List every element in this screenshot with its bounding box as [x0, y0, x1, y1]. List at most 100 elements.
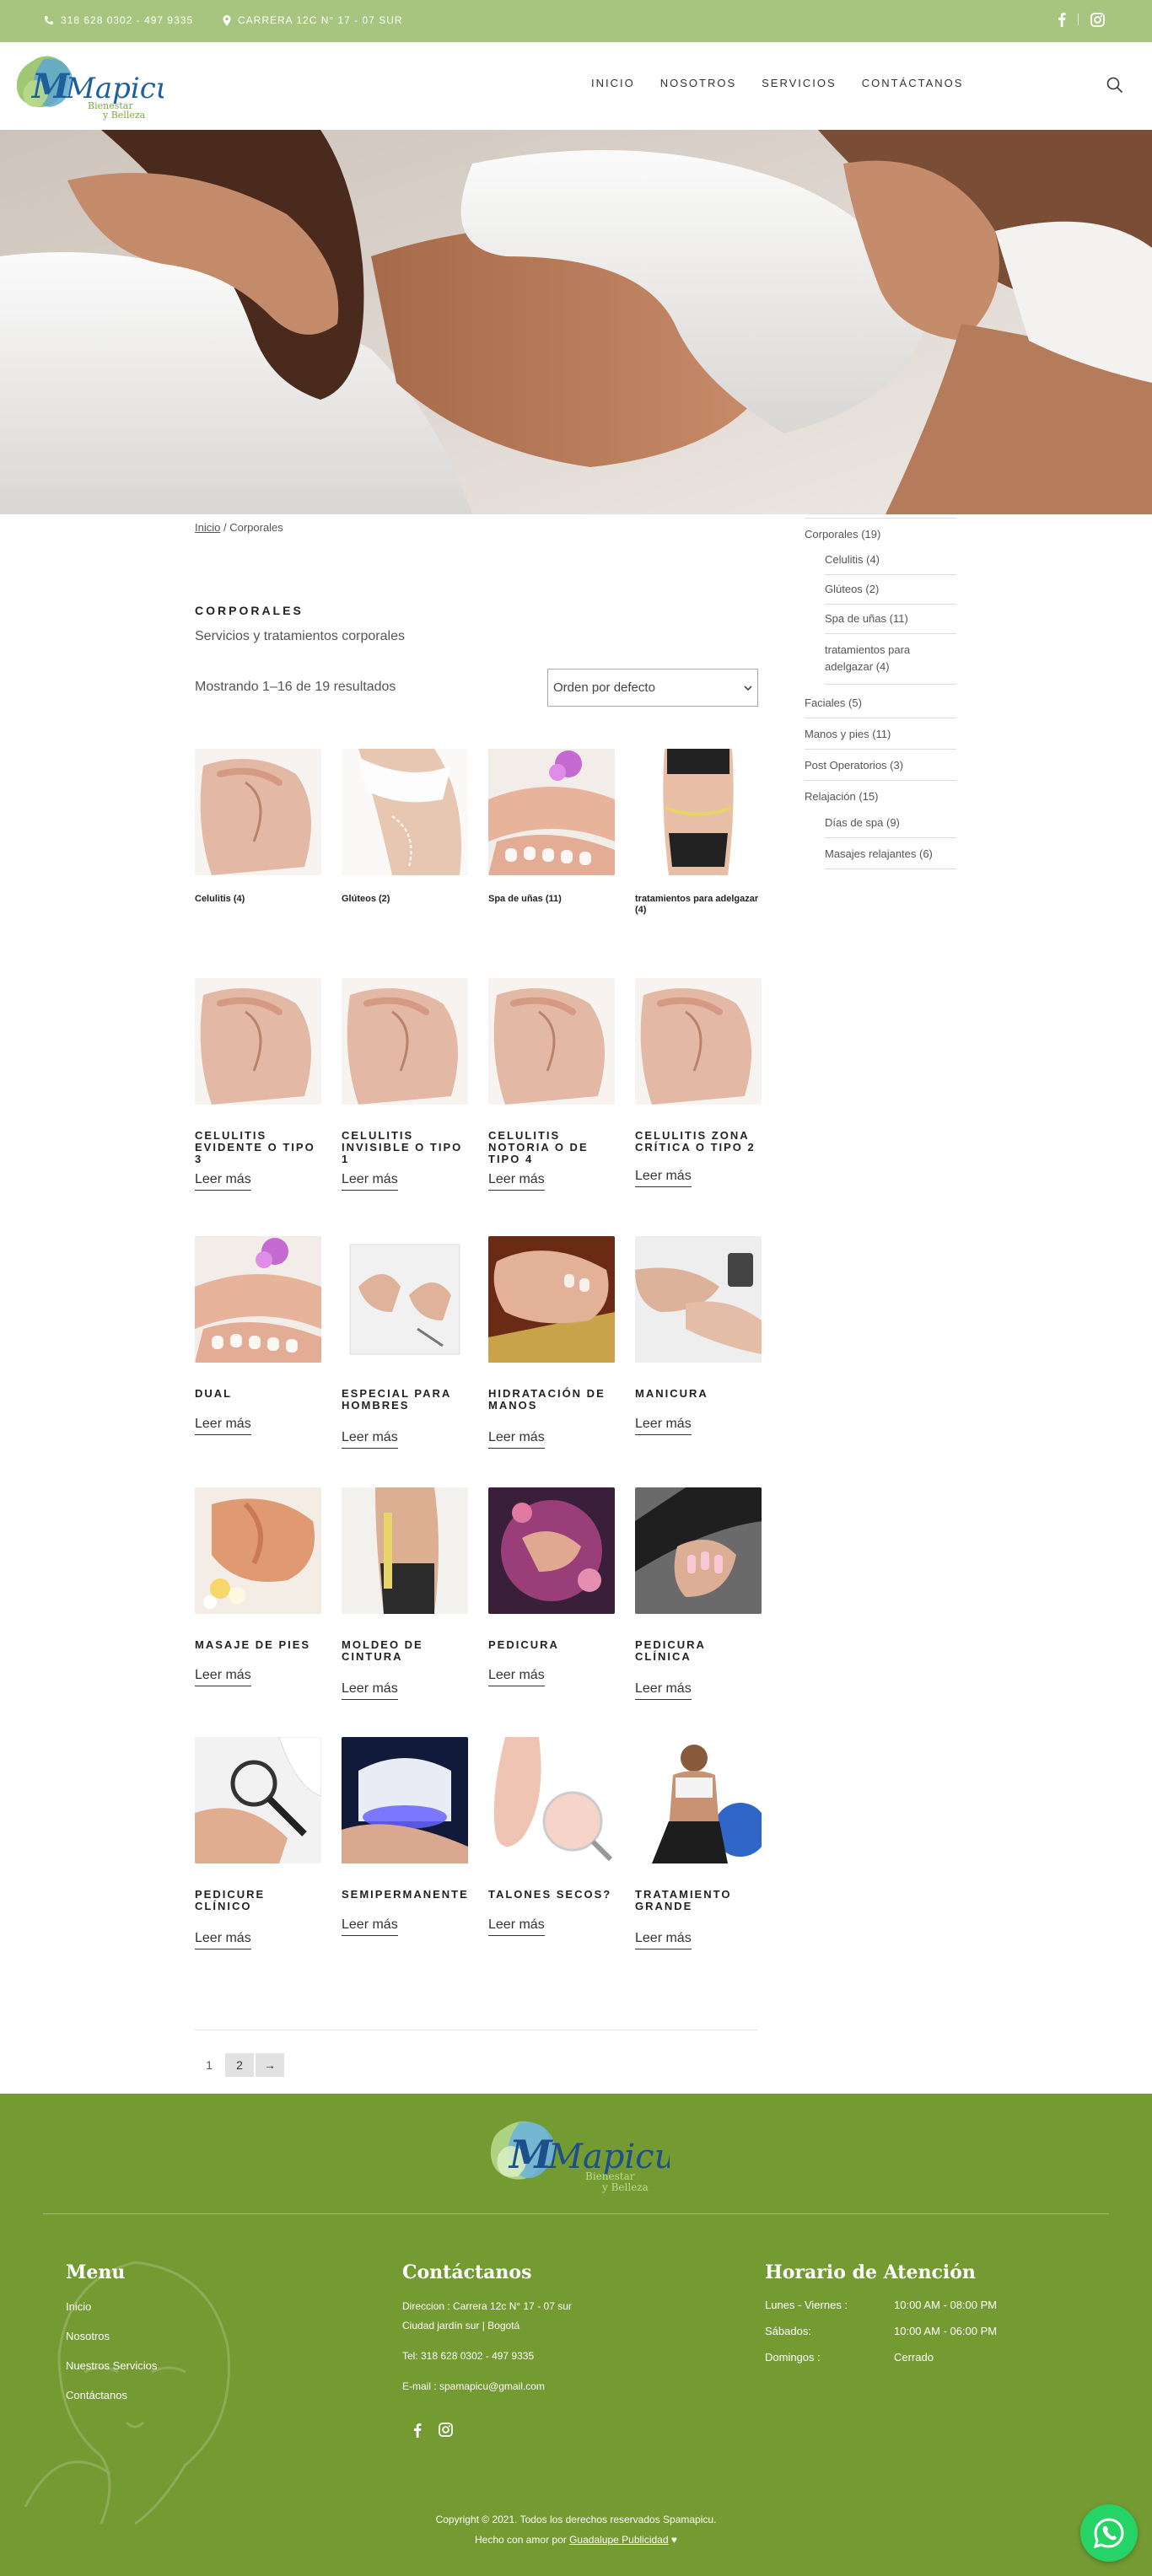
sidebar-item-adelgazar[interactable]: tratamientos para adelgazar (4)	[825, 642, 956, 685]
read-more-link[interactable]: Leer más	[195, 1417, 251, 1435]
product-title[interactable]: CELULITIS EVIDENTE O TIPO 3	[195, 1130, 321, 1165]
sidebar-item-corporales[interactable]: Corporales (19)	[805, 528, 956, 540]
product-card[interactable]: TALONES SECOS? Leer más	[488, 1737, 615, 1936]
product-image[interactable]	[342, 1737, 468, 1863]
product-card[interactable]: ESPECIAL PARA HOMBRES Leer más	[342, 1236, 468, 1449]
product-card[interactable]: TRATAMIENTO GRANDE Leer más	[635, 1737, 762, 1949]
category-image[interactable]	[488, 749, 615, 875]
nav-nosotros[interactable]: NOSOTROS	[660, 77, 736, 89]
product-card[interactable]: HIDRATACIÓN DE MANOS Leer más	[488, 1236, 615, 1449]
product-card[interactable]: CELULITIS EVIDENTE O TIPO 3 Leer más	[195, 978, 321, 1191]
product-card[interactable]: CELULITIS ZONA CRÍTICA O TIPO 2 Leer más	[635, 978, 762, 1187]
product-image[interactable]	[488, 1487, 615, 1614]
read-more-link[interactable]: Leer más	[488, 1172, 545, 1191]
product-image[interactable]	[635, 1487, 762, 1614]
read-more-link[interactable]: Leer más	[342, 1681, 398, 1700]
read-more-link[interactable]: Leer más	[488, 1430, 545, 1449]
sidebar-item-post-operatorios[interactable]: Post Operatorios (3)	[805, 759, 956, 781]
footer-logo[interactable]: M Mapicu Bienestar y Belleza	[484, 2112, 670, 2197]
subcategory-card-spa-unas[interactable]: Spa de uñas (11)	[488, 749, 615, 904]
footer-phone[interactable]: Tel: 318 628 0302 - 497 9335	[402, 2350, 534, 2362]
product-image[interactable]	[342, 978, 468, 1105]
read-more-link[interactable]: Leer más	[635, 1169, 692, 1187]
product-card[interactable]: MASAJE DE PIES Leer más	[195, 1487, 321, 1686]
read-more-link[interactable]: Leer más	[195, 1931, 251, 1949]
product-card[interactable]: MOLDEO DE CINTURA Leer más	[342, 1487, 468, 1700]
sidebar-item-spa-unas[interactable]: Spa de uñas (11)	[825, 612, 956, 634]
nav-servicios[interactable]: SERVICIOS	[762, 77, 837, 89]
product-title[interactable]: MANICURA	[635, 1388, 762, 1400]
product-card[interactable]: CELULITIS INVISIBLE O TIPO 1 Leer más	[342, 978, 468, 1191]
category-image[interactable]	[195, 749, 321, 875]
footer-link-contactanos[interactable]: Contáctanos	[66, 2389, 127, 2401]
footer-link-inicio[interactable]: Inicio	[66, 2300, 91, 2313]
product-title[interactable]: DUAL	[195, 1388, 321, 1400]
product-title[interactable]: CELULITIS NOTORIA O DE TIPO 4	[488, 1130, 615, 1165]
product-title[interactable]: CELULITIS ZONA CRÍTICA O TIPO 2	[635, 1130, 762, 1154]
product-image[interactable]	[488, 1236, 615, 1363]
product-image[interactable]	[342, 1487, 468, 1614]
subcategory-card-adelgazar[interactable]: tratamientos para adelgazar (4)	[635, 749, 762, 915]
product-image[interactable]	[488, 978, 615, 1105]
mapicu-logo[interactable]: M Mapicu Bienestar y Belleza	[12, 51, 164, 123]
category-image[interactable]	[342, 749, 468, 875]
product-image[interactable]	[488, 1737, 615, 1863]
sidebar-item-celulitis[interactable]: Celulitis (4)	[825, 553, 956, 575]
ordering-select[interactable]: Orden por defecto	[547, 669, 758, 707]
nav-contactanos[interactable]: CONTÁCTANOS	[862, 77, 964, 89]
product-title[interactable]: PEDICURA CLÍNICA	[635, 1639, 762, 1663]
product-image[interactable]	[195, 1236, 321, 1363]
instagram-icon[interactable]	[439, 2423, 453, 2437]
sidebar-item-masajes[interactable]: Masajes relajantes (6)	[825, 847, 956, 869]
read-more-link[interactable]: Leer más	[342, 1917, 398, 1936]
product-image[interactable]	[635, 1737, 762, 1863]
product-card[interactable]: PEDICURA Leer más	[488, 1487, 615, 1686]
product-title[interactable]: TALONES SECOS?	[488, 1889, 615, 1901]
footer-link-nosotros[interactable]: Nosotros	[66, 2330, 110, 2342]
sidebar-item-relajacion[interactable]: Relajación (15)	[805, 790, 956, 803]
facebook-icon[interactable]	[413, 2423, 422, 2438]
product-title[interactable]: PEDICURE CLÍNICO	[195, 1889, 321, 1912]
read-more-link[interactable]: Leer más	[342, 1172, 398, 1191]
product-card[interactable]: PEDICURE CLÍNICO Leer más	[195, 1737, 321, 1949]
product-title[interactable]: MASAJE DE PIES	[195, 1639, 321, 1651]
footer-link-servicios[interactable]: Nuestros Servicios	[66, 2359, 157, 2372]
subcategory-card-gluteos[interactable]: Glúteos (2)	[342, 749, 468, 904]
product-card[interactable]: SEMIPERMANENTE Leer más	[342, 1737, 468, 1936]
pagination-next[interactable]: →	[256, 2053, 284, 2077]
read-more-link[interactable]: Leer más	[488, 1668, 545, 1686]
facebook-icon[interactable]	[1058, 12, 1066, 27]
breadcrumb-home[interactable]: Inicio	[195, 521, 220, 534]
product-image[interactable]	[342, 1236, 468, 1363]
topbar-phone[interactable]: 318 628 0302 - 497 9335	[44, 14, 193, 26]
product-image[interactable]	[635, 978, 762, 1105]
product-card[interactable]: DUAL Leer más	[195, 1236, 321, 1435]
product-title[interactable]: SEMIPERMANENTE	[342, 1889, 468, 1901]
sidebar-item-manos-pies[interactable]: Manos y pies (11)	[805, 728, 956, 750]
search-icon[interactable]	[1106, 77, 1123, 94]
product-card[interactable]: MANICURA Leer más	[635, 1236, 762, 1435]
product-image[interactable]	[195, 1487, 321, 1614]
sidebar-item-gluteos[interactable]: Glúteos (2)	[825, 583, 956, 605]
subcategory-card-celulitis[interactable]: Celulitis (4)	[195, 749, 321, 904]
product-title[interactable]: PEDICURA	[488, 1639, 615, 1651]
read-more-link[interactable]: Leer más	[342, 1430, 398, 1449]
product-title[interactable]: ESPECIAL PARA HOMBRES	[342, 1388, 468, 1412]
category-image[interactable]	[635, 749, 762, 875]
whatsapp-button[interactable]	[1080, 2504, 1138, 2562]
read-more-link[interactable]: Leer más	[635, 1681, 692, 1700]
sidebar-item-dias-spa[interactable]: Días de spa (9)	[825, 816, 956, 838]
read-more-link[interactable]: Leer más	[195, 1668, 251, 1686]
read-more-link[interactable]: Leer más	[488, 1917, 545, 1936]
product-title[interactable]: CELULITIS INVISIBLE O TIPO 1	[342, 1130, 468, 1165]
product-image[interactable]	[195, 978, 321, 1105]
footer-email[interactable]: E-mail : spamapicu@gmail.com	[402, 2380, 545, 2392]
sidebar-item-faciales[interactable]: Faciales (5)	[805, 696, 956, 718]
pagination-page-2[interactable]: 2	[225, 2053, 254, 2077]
product-image[interactable]	[635, 1236, 762, 1363]
read-more-link[interactable]: Leer más	[195, 1172, 251, 1191]
instagram-icon[interactable]	[1090, 12, 1105, 27]
nav-inicio[interactable]: INICIO	[591, 77, 635, 89]
product-title[interactable]: MOLDEO DE CINTURA	[342, 1639, 468, 1663]
read-more-link[interactable]: Leer más	[635, 1417, 692, 1435]
